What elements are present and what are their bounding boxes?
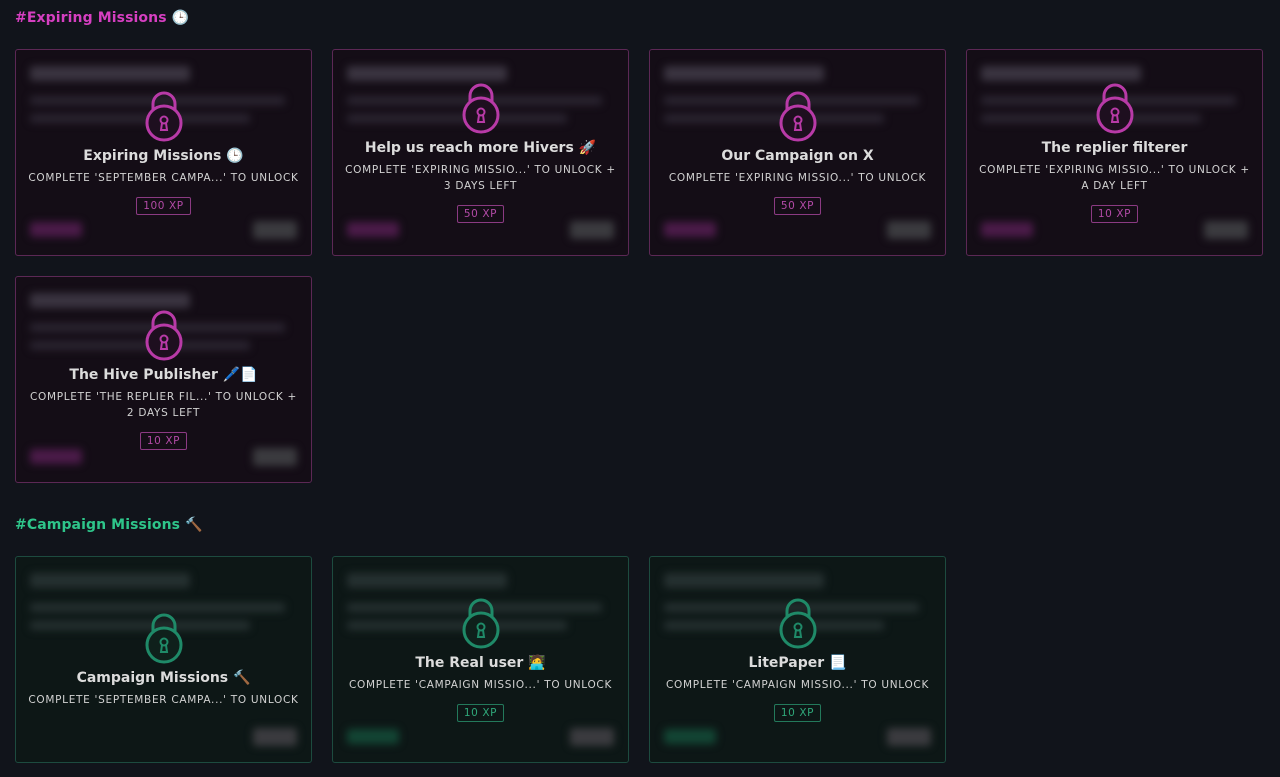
lock-icon [145, 91, 182, 142]
unlock-requirement: COMPLETE 'CAMPAIGN MISSIO...' TO UNLOCK [348, 679, 613, 691]
mission-card-real-user[interactable]: The Real user 🧑‍💻 COMPLETE 'CAMPAIGN MIS… [332, 556, 629, 763]
xp-badge: 50 XP [456, 205, 505, 223]
mission-title: Campaign Missions 🔨 [76, 669, 251, 686]
mission-title: The Real user 🧑‍💻 [415, 655, 546, 671]
mission-card-our-campaign-on-x[interactable]: Our Campaign on X COMPLETE 'EXPIRING MIS… [649, 49, 946, 256]
locked-overlay: Help us reach more Hivers 🚀 COMPLETE 'EX… [333, 50, 628, 255]
mission-card-replier-filterer[interactable]: The replier filterer COMPLETE 'EXPIRING … [966, 49, 1263, 256]
mission-card-litepaper[interactable]: LitePaper 📃 COMPLETE 'CAMPAIGN MISSIO...… [649, 556, 946, 763]
mission-card-hive-publisher[interactable]: The Hive Publisher 🖊️📄 COMPLETE 'THE REP… [15, 276, 312, 483]
xp-badge: 50 XP [773, 197, 822, 215]
unlock-requirement: COMPLETE 'SEPTEMBER CAMPA...' TO UNLOCK [28, 172, 299, 184]
locked-overlay: Expiring Missions 🕒 COMPLETE 'SEPTEMBER … [16, 50, 311, 255]
section-title-expiring: #Expiring Missions 🕒 [15, 10, 190, 26]
xp-badge: 10 XP [139, 432, 188, 450]
locked-overlay: Campaign Missions 🔨 COMPLETE 'SEPTEMBER … [16, 557, 311, 762]
lock-icon [1096, 83, 1133, 134]
mission-title: LitePaper 📃 [748, 655, 847, 671]
lock-icon [462, 598, 499, 649]
mission-title: The Hive Publisher 🖊️📄 [69, 367, 258, 383]
locked-overlay: Our Campaign on X COMPLETE 'EXPIRING MIS… [650, 50, 945, 255]
locked-overlay: LitePaper 📃 COMPLETE 'CAMPAIGN MISSIO...… [650, 557, 945, 762]
unlock-requirement: COMPLETE 'THE REPLIER FIL...' TO UNLOCK … [29, 391, 298, 419]
locked-overlay: The Hive Publisher 🖊️📄 COMPLETE 'THE REP… [16, 277, 311, 482]
locked-overlay: The replier filterer COMPLETE 'EXPIRING … [967, 50, 1262, 255]
mission-card-help-us-reach[interactable]: Help us reach more Hivers 🚀 COMPLETE 'EX… [332, 49, 629, 256]
lock-icon [779, 598, 816, 649]
lock-icon [462, 83, 499, 134]
lock-icon [145, 613, 182, 663]
unlock-requirement: COMPLETE 'EXPIRING MISSIO...' TO UNLOCK … [345, 164, 616, 192]
xp-badge: 100 XP [136, 197, 191, 215]
unlock-requirement: COMPLETE 'EXPIRING MISSIO...' TO UNLOCK [668, 172, 927, 184]
section-title-campaign: #Campaign Missions 🔨 [15, 517, 203, 533]
mission-title: The replier filterer [1041, 140, 1188, 156]
unlock-requirement: COMPLETE 'SEPTEMBER CAMPA...' TO UNLOCK [28, 693, 299, 706]
mission-card-campaign-missions[interactable]: Campaign Missions 🔨 COMPLETE 'SEPTEMBER … [15, 556, 312, 763]
xp-badge: 10 XP [456, 704, 505, 722]
mission-title: Expiring Missions 🕒 [83, 148, 244, 164]
lock-icon [145, 310, 182, 361]
mission-card-expiring-missions[interactable]: Expiring Missions 🕒 COMPLETE 'SEPTEMBER … [15, 49, 312, 256]
mission-title: Our Campaign on X [721, 148, 874, 164]
lock-icon [779, 91, 816, 142]
xp-badge: 10 XP [1090, 205, 1139, 223]
unlock-requirement: COMPLETE 'EXPIRING MISSIO...' TO UNLOCK … [979, 164, 1250, 192]
unlock-requirement: COMPLETE 'CAMPAIGN MISSIO...' TO UNLOCK [665, 679, 930, 691]
mission-title: Help us reach more Hivers 🚀 [364, 140, 597, 156]
locked-overlay: The Real user 🧑‍💻 COMPLETE 'CAMPAIGN MIS… [333, 557, 628, 762]
xp-badge: 10 XP [773, 704, 822, 722]
